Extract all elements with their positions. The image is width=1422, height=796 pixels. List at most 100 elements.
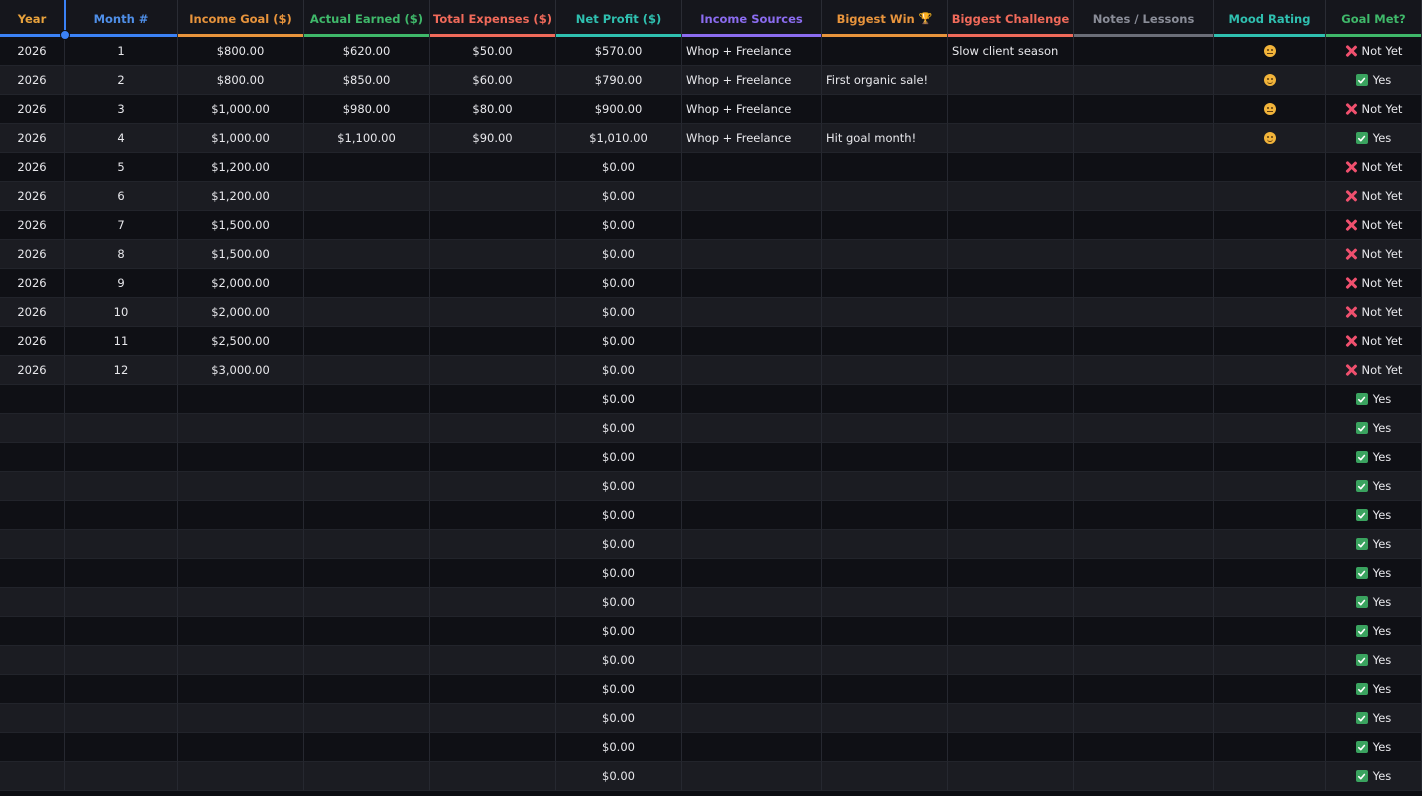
cell-expenses[interactable] bbox=[430, 559, 556, 588]
cell-net[interactable]: $0.00 bbox=[556, 356, 682, 385]
cell-notes[interactable] bbox=[1074, 530, 1214, 559]
cell-month[interactable] bbox=[65, 704, 178, 733]
cell-goal[interactable] bbox=[178, 385, 304, 414]
cell-earned[interactable] bbox=[304, 211, 430, 240]
cell-month[interactable]: 12 bbox=[65, 356, 178, 385]
cell-challenge[interactable] bbox=[948, 211, 1074, 240]
cell-challenge[interactable] bbox=[948, 559, 1074, 588]
cell-win[interactable] bbox=[822, 675, 948, 704]
cell-month[interactable]: 5 bbox=[65, 153, 178, 182]
cell-notes[interactable] bbox=[1074, 37, 1214, 66]
cell-mood[interactable] bbox=[1214, 385, 1326, 414]
cell-mood[interactable] bbox=[1214, 153, 1326, 182]
cell-mood[interactable] bbox=[1214, 298, 1326, 327]
cell-goal[interactable] bbox=[178, 443, 304, 472]
cell-month[interactable]: 10 bbox=[65, 298, 178, 327]
cell-expenses[interactable] bbox=[430, 385, 556, 414]
cell-expenses[interactable] bbox=[430, 240, 556, 269]
cell-met[interactable]: Yes bbox=[1326, 704, 1422, 733]
cell-year[interactable] bbox=[0, 646, 65, 675]
cell-expenses[interactable] bbox=[430, 356, 556, 385]
cell-met[interactable]: Yes bbox=[1326, 530, 1422, 559]
cell-mood[interactable] bbox=[1214, 356, 1326, 385]
cell-net[interactable]: $0.00 bbox=[556, 269, 682, 298]
cell-net[interactable]: $0.00 bbox=[556, 414, 682, 443]
cell-goal[interactable] bbox=[178, 762, 304, 791]
cell-expenses[interactable] bbox=[430, 733, 556, 762]
cell-sources[interactable] bbox=[682, 356, 822, 385]
cell-expenses[interactable] bbox=[430, 298, 556, 327]
cell-notes[interactable] bbox=[1074, 124, 1214, 153]
cell-net[interactable]: $0.00 bbox=[556, 472, 682, 501]
cell-earned[interactable] bbox=[304, 182, 430, 211]
cell-win[interactable] bbox=[822, 704, 948, 733]
cell-expenses[interactable] bbox=[430, 443, 556, 472]
cell-goal[interactable] bbox=[178, 733, 304, 762]
cell-notes[interactable] bbox=[1074, 559, 1214, 588]
cell-year[interactable] bbox=[0, 617, 65, 646]
cell-notes[interactable] bbox=[1074, 646, 1214, 675]
cell-year[interactable] bbox=[0, 443, 65, 472]
cell-met[interactable]: Not Yet bbox=[1326, 95, 1422, 124]
cell-month[interactable] bbox=[65, 385, 178, 414]
cell-net[interactable]: $1,010.00 bbox=[556, 124, 682, 153]
column-header[interactable]: Year bbox=[0, 0, 65, 37]
cell-sources[interactable] bbox=[682, 414, 822, 443]
cell-expenses[interactable] bbox=[430, 182, 556, 211]
cell-goal[interactable]: $1,000.00 bbox=[178, 95, 304, 124]
cell-met[interactable]: Yes bbox=[1326, 66, 1422, 95]
cell-net[interactable]: $0.00 bbox=[556, 617, 682, 646]
cell-notes[interactable] bbox=[1074, 617, 1214, 646]
column-header[interactable]: Biggest Win 🏆 bbox=[822, 0, 948, 37]
cell-goal[interactable]: $2,500.00 bbox=[178, 327, 304, 356]
cell-challenge[interactable] bbox=[948, 472, 1074, 501]
cell-met[interactable]: Yes bbox=[1326, 414, 1422, 443]
cell-expenses[interactable] bbox=[430, 211, 556, 240]
cell-notes[interactable] bbox=[1074, 298, 1214, 327]
cell-net[interactable]: $0.00 bbox=[556, 501, 682, 530]
cell-win[interactable] bbox=[822, 733, 948, 762]
cell-met[interactable]: Yes bbox=[1326, 646, 1422, 675]
cell-sources[interactable]: Whop + Freelance bbox=[682, 95, 822, 124]
cell-challenge[interactable] bbox=[948, 675, 1074, 704]
cell-notes[interactable] bbox=[1074, 211, 1214, 240]
cell-net[interactable]: $0.00 bbox=[556, 588, 682, 617]
cell-win[interactable] bbox=[822, 269, 948, 298]
cell-sources[interactable]: Whop + Freelance bbox=[682, 66, 822, 95]
cell-mood[interactable] bbox=[1214, 269, 1326, 298]
cell-expenses[interactable]: $80.00 bbox=[430, 95, 556, 124]
cell-net[interactable]: $0.00 bbox=[556, 704, 682, 733]
cell-mood[interactable] bbox=[1214, 66, 1326, 95]
cell-mood[interactable] bbox=[1214, 617, 1326, 646]
cell-sources[interactable] bbox=[682, 762, 822, 791]
cell-month[interactable]: 6 bbox=[65, 182, 178, 211]
cell-win[interactable] bbox=[822, 182, 948, 211]
cell-met[interactable]: Yes bbox=[1326, 617, 1422, 646]
cell-goal[interactable] bbox=[178, 530, 304, 559]
cell-challenge[interactable] bbox=[948, 327, 1074, 356]
cell-net[interactable]: $0.00 bbox=[556, 530, 682, 559]
cell-challenge[interactable] bbox=[948, 617, 1074, 646]
cell-earned[interactable] bbox=[304, 472, 430, 501]
cell-year[interactable]: 2026 bbox=[0, 182, 65, 211]
cell-mood[interactable] bbox=[1214, 530, 1326, 559]
cell-year[interactable]: 2026 bbox=[0, 298, 65, 327]
cell-met[interactable]: Yes bbox=[1326, 472, 1422, 501]
cell-net[interactable]: $0.00 bbox=[556, 153, 682, 182]
cell-challenge[interactable] bbox=[948, 733, 1074, 762]
cell-goal[interactable]: $1,200.00 bbox=[178, 153, 304, 182]
cell-sources[interactable] bbox=[682, 588, 822, 617]
cell-sources[interactable] bbox=[682, 443, 822, 472]
cell-win[interactable]: Hit goal month! bbox=[822, 124, 948, 153]
cell-year[interactable]: 2026 bbox=[0, 66, 65, 95]
cell-mood[interactable] bbox=[1214, 675, 1326, 704]
cell-notes[interactable] bbox=[1074, 240, 1214, 269]
cell-win[interactable] bbox=[822, 356, 948, 385]
cell-notes[interactable] bbox=[1074, 472, 1214, 501]
cell-year[interactable] bbox=[0, 588, 65, 617]
cell-challenge[interactable] bbox=[948, 530, 1074, 559]
column-header[interactable]: Mood Rating bbox=[1214, 0, 1326, 37]
cell-earned[interactable] bbox=[304, 559, 430, 588]
cell-win[interactable] bbox=[822, 472, 948, 501]
cell-win[interactable] bbox=[822, 95, 948, 124]
